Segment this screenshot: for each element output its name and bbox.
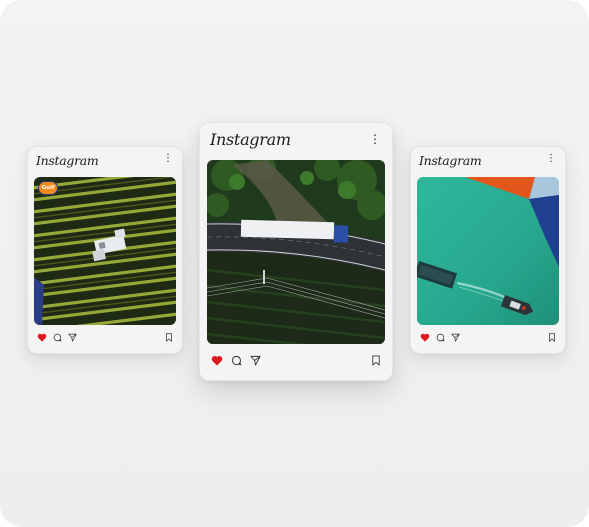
instagram-post-card-center: Instagram ⋮	[199, 122, 393, 381]
instagram-wordmark: Instagram	[419, 153, 482, 168]
comment-icon[interactable]	[436, 333, 445, 342]
send-icon[interactable]	[451, 333, 460, 342]
comment-icon[interactable]	[53, 333, 62, 342]
post-actions	[420, 333, 460, 342]
send-icon[interactable]	[250, 355, 261, 366]
background-stage: Instagram ⋮ Gulf Instagram ⋮ Instagram ⋮	[0, 0, 589, 527]
water-aerial-image	[417, 177, 559, 325]
heart-icon[interactable]	[420, 333, 430, 342]
gulf-logo-badge: Gulf	[38, 181, 58, 195]
instagram-post-card-right: Instagram ⋮	[410, 146, 566, 354]
post-photo-boats[interactable]	[417, 177, 559, 325]
more-options-icon[interactable]: ⋮	[369, 133, 381, 145]
post-photo-vineyard[interactable]: Gulf	[34, 177, 176, 325]
bookmark-icon[interactable]	[548, 333, 556, 342]
more-options-icon[interactable]: ⋮	[163, 154, 173, 164]
heart-icon[interactable]	[37, 333, 47, 342]
heart-icon[interactable]	[211, 355, 223, 366]
instagram-wordmark: Instagram	[36, 153, 99, 168]
bookmark-icon[interactable]	[371, 355, 381, 366]
post-actions	[211, 355, 261, 366]
vineyard-aerial-image	[34, 177, 176, 325]
comment-icon[interactable]	[231, 355, 242, 366]
instagram-post-card-left: Instagram ⋮ Gulf	[27, 146, 183, 354]
instagram-wordmark: Instagram	[210, 130, 291, 149]
highway-aerial-image	[207, 160, 385, 344]
bookmark-icon[interactable]	[165, 333, 173, 342]
post-actions	[37, 333, 77, 342]
more-options-icon[interactable]: ⋮	[546, 154, 556, 164]
send-icon[interactable]	[68, 333, 77, 342]
post-photo-truck[interactable]	[207, 160, 385, 344]
